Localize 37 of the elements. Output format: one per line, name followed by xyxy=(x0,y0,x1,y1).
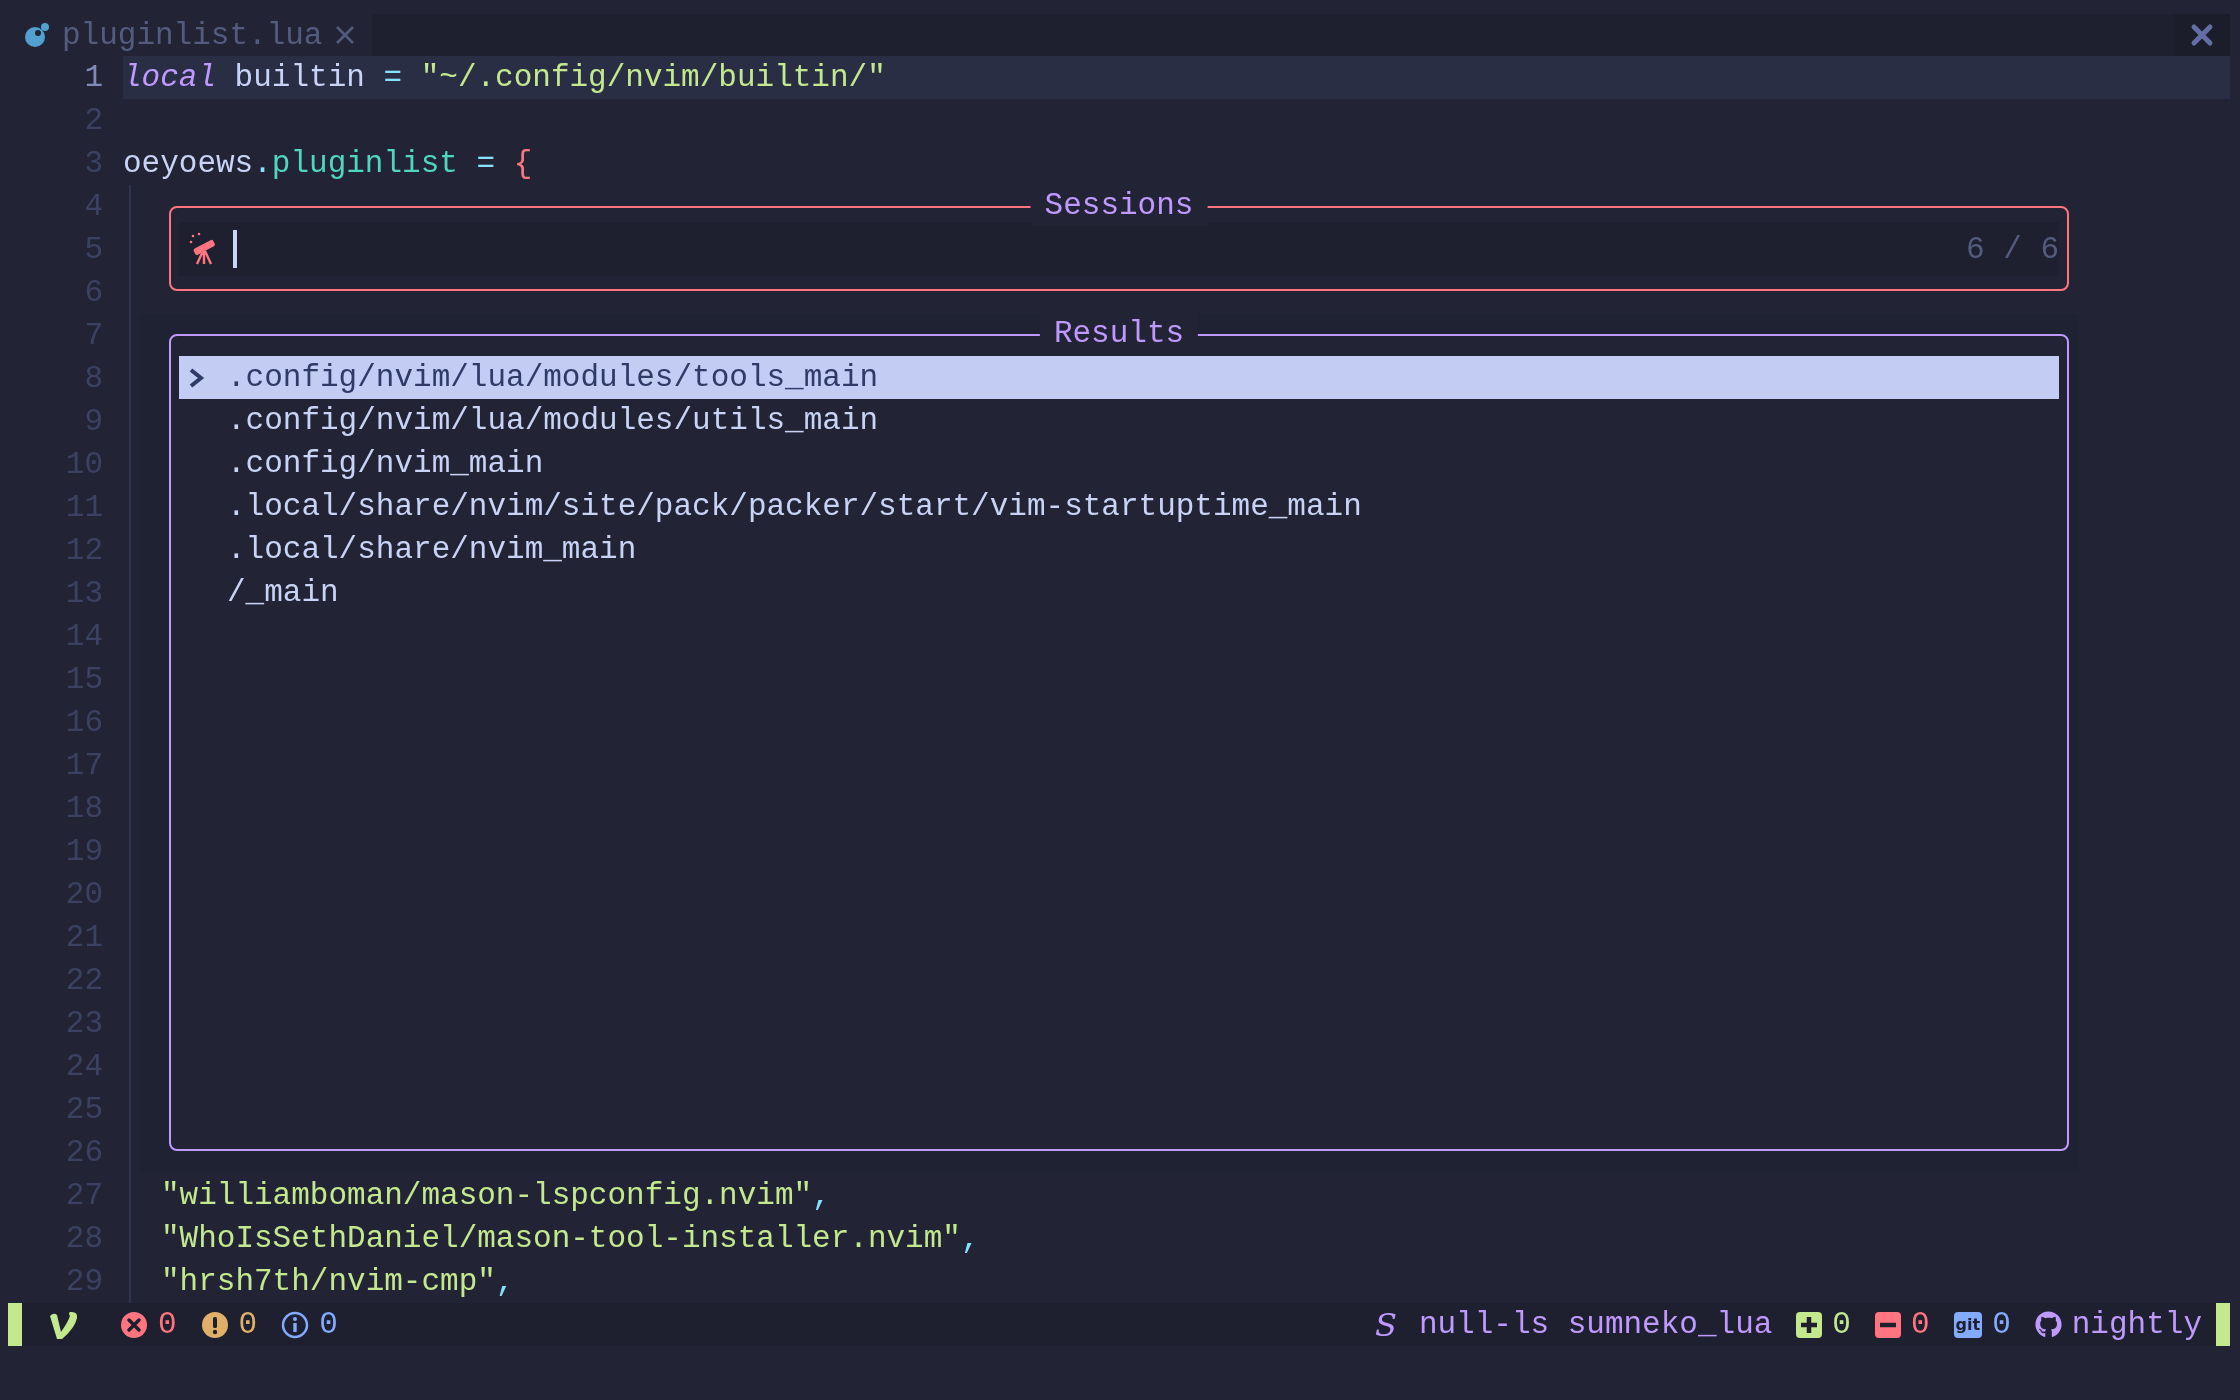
code-text: oeyoews.pluginlist = { xyxy=(123,146,533,181)
result-item[interactable]: .config/nvim/lua/modules/tools_main xyxy=(179,356,2059,399)
minus-icon xyxy=(1874,1311,1901,1338)
git-count: 0 xyxy=(1910,1307,1930,1342)
branch-name: nightly xyxy=(2071,1307,2202,1342)
vim-logo-icon xyxy=(48,1309,80,1340)
diagnostic-count: 0 xyxy=(158,1307,177,1342)
close-icon[interactable] xyxy=(2190,23,2214,47)
diagnostic-count: 0 xyxy=(238,1307,258,1342)
tab-filename: pluginlist.lua xyxy=(62,17,323,53)
lua-file-icon xyxy=(24,22,50,48)
result-item[interactable]: .config/nvim_main xyxy=(179,442,2059,485)
result-item[interactable]: /_main xyxy=(179,571,2059,614)
lsp-clients: null-ls sumneko_lua xyxy=(1418,1307,1773,1342)
close-button[interactable] xyxy=(2174,14,2230,56)
lsp-icon: S xyxy=(1374,1305,1397,1344)
line-number: 1 xyxy=(83,60,103,95)
git-icon: git xyxy=(1953,1311,1983,1338)
result-item[interactable]: .local/share/nvim_main xyxy=(179,528,2059,571)
plus-icon xyxy=(1796,1311,1823,1338)
mode-indicator xyxy=(2216,1303,2230,1346)
github-icon xyxy=(2034,1311,2062,1338)
code-text: "hrsh7th/nvim-cmp", xyxy=(161,1264,515,1299)
result-item[interactable]: .local/share/nvim/site/pack/packer/start/vim-startuptime_main xyxy=(179,485,2059,528)
error-icon xyxy=(120,1310,148,1339)
git-count: 0 xyxy=(1832,1307,1851,1342)
code-text: "WhoIsSethDaniel/mason-tool-installer.nvim", xyxy=(161,1221,980,1256)
info-icon xyxy=(281,1310,310,1339)
diagnostic-count: 0 xyxy=(319,1307,338,1342)
result-item[interactable]: .config/nvim/lua/modules/utils_main xyxy=(179,399,2059,442)
code-text: "williamboman/mason-lspconfig.nvim", xyxy=(161,1178,831,1213)
result-counter: 6 / 6 xyxy=(1966,231,2059,267)
close-icon[interactable] xyxy=(334,24,357,46)
warning-icon xyxy=(200,1310,229,1339)
mode-indicator xyxy=(8,1303,22,1346)
code-text: local builtin = "~/.config/nvim/builtin/" xyxy=(123,60,886,95)
git-count: 0 xyxy=(1992,1307,2011,1342)
